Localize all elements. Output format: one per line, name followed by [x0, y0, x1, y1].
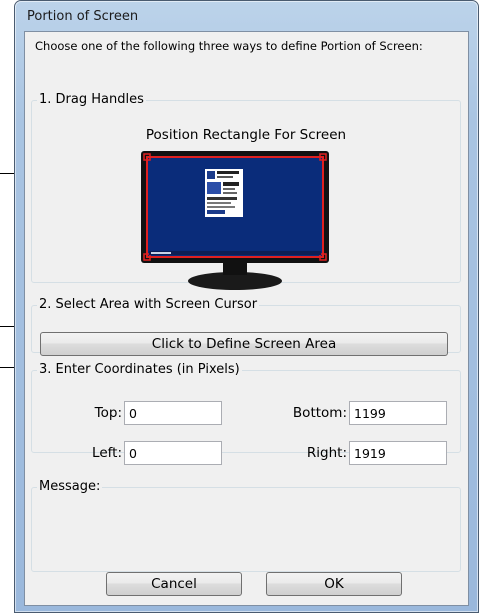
message-group: Message:: [31, 480, 461, 572]
window-title: Portion of Screen: [27, 9, 139, 24]
right-input[interactable]: [349, 441, 447, 465]
monitor-preview[interactable]: [141, 151, 329, 291]
desktop-taskbar: [149, 251, 321, 255]
dialog-window: Portion of Screen Choose one of the foll…: [14, 0, 479, 613]
drag-handles-legend: 1. Drag Handles: [39, 92, 144, 107]
left-input[interactable]: [124, 441, 222, 465]
preview-label: Position Rectangle For Screen: [145, 127, 347, 143]
bottom-input[interactable]: [349, 401, 447, 425]
ok-button[interactable]: OK: [266, 572, 402, 596]
bottom-label: Bottom:: [292, 405, 347, 421]
define-screen-area-button[interactable]: Click to Define Screen Area: [40, 332, 448, 356]
select-area-group: 2. Select Area with Screen Cursor Click …: [31, 297, 461, 356]
left-label: Left:: [92, 445, 122, 461]
desktop-thumbnail: [205, 169, 243, 217]
select-area-legend: 2. Select Area with Screen Cursor: [39, 297, 258, 312]
message-text: [36, 520, 456, 567]
cancel-button[interactable]: Cancel: [106, 572, 242, 596]
drag-handles-group: 1. Drag Handles Position Rectangle For S…: [31, 92, 461, 290]
dialog-body: Choose one of the following three ways t…: [24, 31, 469, 606]
coordinates-group: 3. Enter Coordinates (in Pixels) Top: Bo…: [31, 362, 461, 465]
right-label: Right:: [306, 445, 347, 461]
top-input[interactable]: [124, 401, 222, 425]
coordinates-legend: 3. Enter Coordinates (in Pixels): [39, 362, 240, 377]
intro-text: Choose one of the following three ways t…: [35, 39, 423, 53]
message-legend: Message:: [39, 479, 101, 494]
top-label: Top:: [94, 405, 122, 421]
